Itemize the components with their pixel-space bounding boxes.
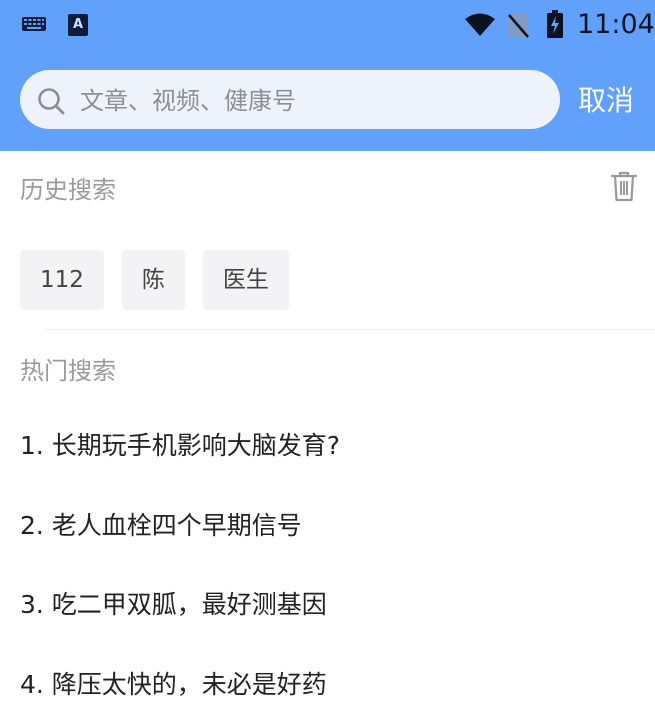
history-chip[interactable]: 陈 <box>121 250 185 310</box>
hot-search-item[interactable]: 4. 降压太快的，未必是好药 <box>20 667 640 720</box>
status-bar: A 11:04 <box>0 0 655 55</box>
no-sim-icon <box>508 13 529 38</box>
battery-charging-icon <box>547 10 563 38</box>
history-section-title: 历史搜索 <box>20 176 116 204</box>
hot-search-item[interactable]: 3. 吃二甲双胍，最好测基因 <box>20 587 640 667</box>
a-icon: A <box>68 14 88 36</box>
hot-search-item[interactable]: 2. 老人血栓四个早期信号 <box>20 508 640 588</box>
history-chip[interactable]: 112 <box>20 250 104 310</box>
cancel-button[interactable]: 取消 <box>578 81 634 121</box>
keyboard-icon <box>22 17 46 31</box>
search-input[interactable] <box>80 84 540 118</box>
status-time: 11:04 <box>577 9 655 40</box>
search-icon <box>38 88 65 115</box>
history-chip[interactable]: 医生 <box>202 250 289 310</box>
app-header: A 11:04 取消 <box>0 0 655 151</box>
trash-icon[interactable] <box>610 170 638 202</box>
hot-section-title: 热门搜索 <box>20 357 116 385</box>
wifi-icon <box>465 13 495 36</box>
hot-search-item[interactable]: 1. 长期玩手机影响大脑发育? <box>20 428 640 508</box>
hot-search-list: 1. 长期玩手机影响大脑发育? 2. 老人血栓四个早期信号 3. 吃二甲双胍，最… <box>20 428 640 720</box>
history-chips: 112 陈 医生 <box>20 250 289 310</box>
section-divider <box>46 329 655 330</box>
